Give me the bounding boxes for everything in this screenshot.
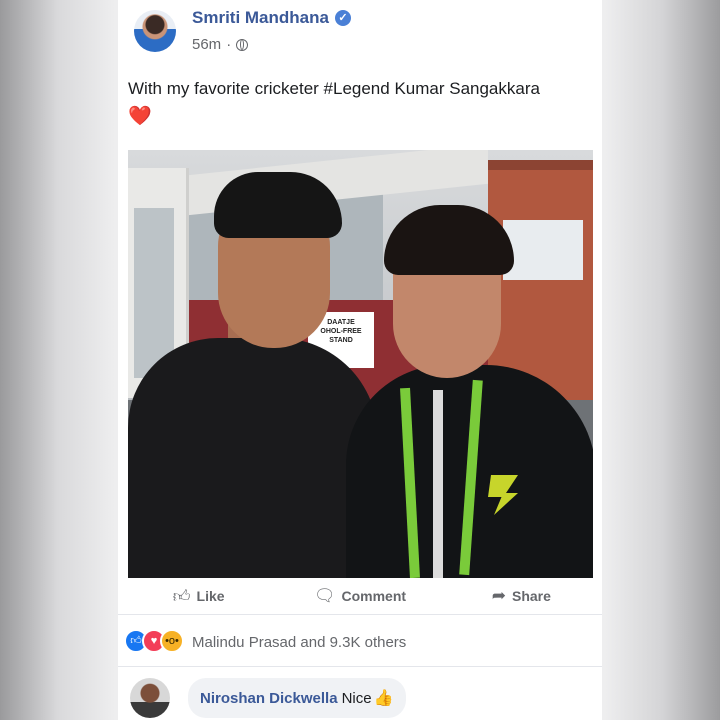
photo-jacket-zip xyxy=(433,390,443,578)
divider xyxy=(118,666,602,667)
like-button[interactable]: 👍︎ Like xyxy=(118,578,279,614)
comment-bubble: Niroshan Dickwella Nice 👍 xyxy=(188,678,406,718)
author-avatar[interactable] xyxy=(134,10,176,52)
share-icon: ➦ xyxy=(491,586,506,605)
reaction-icons[interactable]: 👍︎ ♥ •o• xyxy=(124,629,184,653)
post-actions-bar: 👍︎ Like 🗨︎ Comment ➦ Share xyxy=(118,578,602,615)
commenter-name[interactable]: Niroshan Dickwella xyxy=(200,690,338,707)
post-author[interactable]: Smriti Mandhana ✓ xyxy=(192,8,351,28)
commenter-avatar[interactable] xyxy=(130,678,170,718)
author-name[interactable]: Smriti Mandhana xyxy=(192,8,329,28)
comment-label: Comment xyxy=(341,588,407,604)
facebook-post-card: Smriti Mandhana ✓ 56m · With my favorite… xyxy=(118,0,602,720)
like-label: Like xyxy=(196,588,225,604)
share-label: Share xyxy=(511,588,551,604)
post-time[interactable]: 56m xyxy=(192,36,221,53)
verified-badge-icon: ✓ xyxy=(334,10,351,26)
comment-text: Nice xyxy=(341,689,372,707)
photo-man-shirt xyxy=(128,338,378,578)
reaction-summary[interactable]: Malindu Prasad and 9.3K others xyxy=(192,634,406,651)
share-button[interactable]: ➦ Share xyxy=(441,578,602,614)
post-photo[interactable]: DAATJE OHOL-FREE STAND xyxy=(128,150,593,578)
globe-icon xyxy=(236,38,249,51)
thumbs-up-emoji: 👍 xyxy=(373,690,394,707)
post-meta: 56m · xyxy=(192,36,249,53)
comment-button[interactable]: 🗨︎ Comment xyxy=(279,578,440,614)
comment-icon: 🗨︎ xyxy=(313,586,336,605)
wow-reaction-icon: •o• xyxy=(160,629,184,653)
photo-building-window xyxy=(503,220,583,280)
heart-emoji: ❤️ xyxy=(128,106,152,127)
post-text: With my favorite cricketer #Legend Kumar… xyxy=(128,79,540,98)
thumbs-up-icon: 👍︎ xyxy=(172,586,191,606)
